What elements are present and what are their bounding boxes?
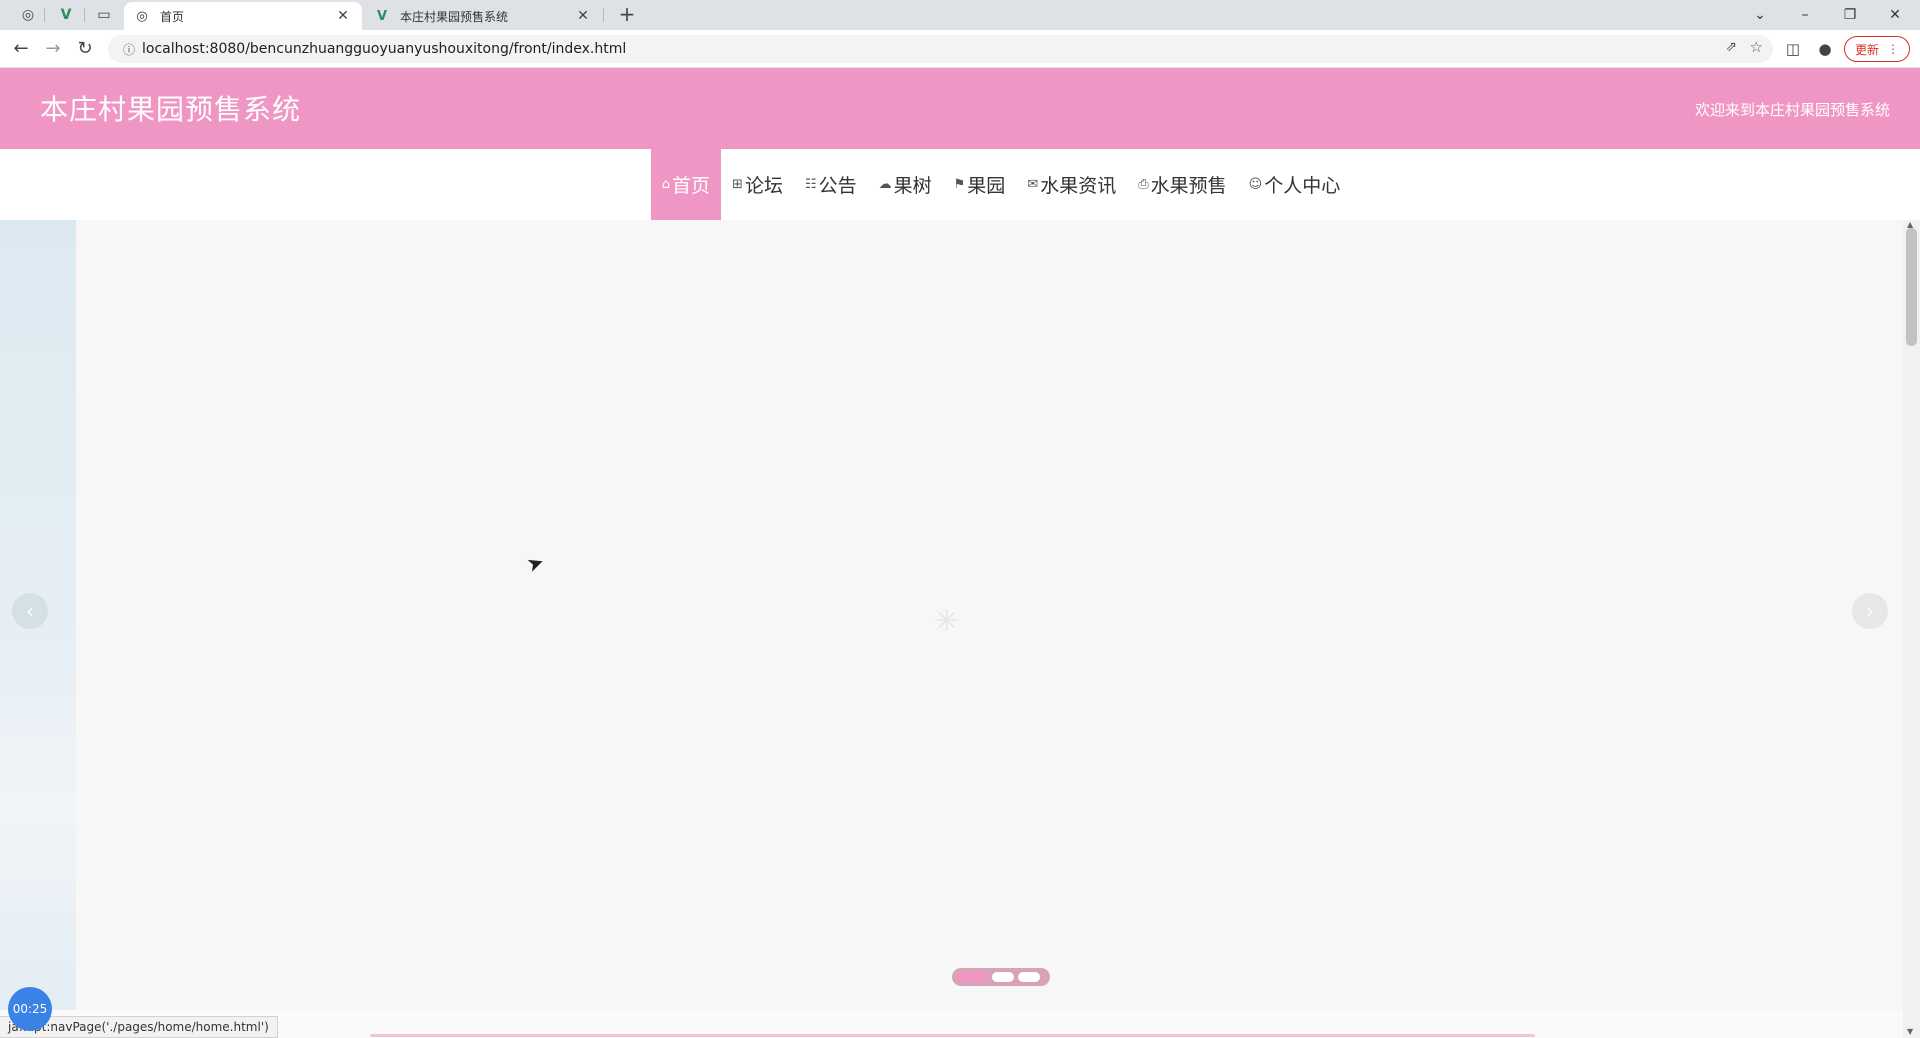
info-icon[interactable]: ⓘ: [116, 41, 142, 58]
user-icon: ☺: [1248, 177, 1263, 192]
tab-home[interactable]: ◎ 首页 ✕: [124, 2, 362, 30]
nav-item-label: 水果资讯: [1040, 175, 1117, 197]
main-nav: ⌂ 首页 ⊞ 论坛 ☷ 公告 ☁ 果树 ⚑ 果园 ✉ 水果资讯 ⎙ 水果预售 ☺ 个人中心: [0, 149, 1920, 220]
minimize-icon: –: [1801, 7, 1809, 23]
nav-item-5[interactable]: ✉ 水果资讯: [1016, 149, 1127, 220]
carousel-prev-button[interactable]: ‹: [12, 593, 48, 629]
scrollbar-thumb[interactable]: [1906, 228, 1917, 346]
nav-item-label: 水果预售: [1150, 175, 1227, 197]
nav-item-3[interactable]: ☁ 果树: [868, 149, 943, 220]
close-icon[interactable]: ✕: [334, 8, 352, 24]
back-button[interactable]: ←: [8, 37, 34, 61]
profile-button[interactable]: ●: [1812, 37, 1838, 61]
restore-button[interactable]: ❐: [1830, 0, 1870, 30]
address-bar[interactable]: ⓘ localhost:8080/bencunzhuangguoyuanyush…: [108, 35, 1773, 63]
home-icon: ⌂: [661, 177, 671, 192]
nav-item-label: 首页: [672, 175, 711, 197]
close-icon[interactable]: ✕: [574, 8, 592, 24]
reload-button[interactable]: ↻: [72, 37, 98, 61]
forum-icon: ⊞: [732, 177, 743, 192]
carousel-dot[interactable]: [1018, 972, 1040, 982]
arrow-right-icon: →: [45, 38, 61, 59]
screen: ◎ V ▭ ◎ 首页 ✕ V 本庄村果园预售系统 ✕ + ⌄ – ❐ ✕ ← →…: [0, 0, 1920, 1038]
minimize-button[interactable]: –: [1785, 0, 1825, 30]
pinned-tab-globe[interactable]: ◎: [8, 0, 48, 30]
more-vertical-icon: ⋮: [1887, 42, 1899, 56]
nav-item-label: 果园: [967, 175, 1006, 197]
scroll-down-icon[interactable]: ▼: [1907, 1027, 1913, 1036]
site-header: 本庄村果园预售系统 欢迎来到本庄村果园预售系统: [0, 68, 1920, 149]
nav-item-label: 论坛: [744, 175, 783, 197]
side-panel-button[interactable]: ◫: [1780, 37, 1806, 61]
nav-item-label: 果树: [893, 175, 932, 197]
flag-icon: ⚑: [953, 177, 966, 192]
section-divider: [370, 1034, 1535, 1037]
bookmark-star-icon[interactable]: ☆: [1750, 38, 1763, 56]
tab-search-button[interactable]: ⌄: [1740, 0, 1780, 30]
nav-item-6[interactable]: ⎙ 水果预售: [1127, 149, 1237, 220]
browser-tab-strip: ◎ V ▭ ◎ 首页 ✕ V 本庄村果园预售系统 ✕ + ⌄ – ❐ ✕: [0, 0, 1920, 30]
page-scrollbar[interactable]: ▲ ▼: [1903, 220, 1920, 1038]
close-icon: ✕: [1889, 7, 1901, 23]
tab-divider: [44, 8, 45, 22]
tab-divider: [603, 8, 604, 22]
printer-icon: ⎙: [1138, 177, 1149, 192]
carousel-indicators: [952, 968, 1050, 986]
vue-logo-icon: V: [376, 8, 388, 24]
tab-title: 本庄村果园预售系统: [400, 9, 509, 24]
update-label: 更新: [1854, 42, 1879, 57]
site-title: 本庄村果园预售系统: [40, 93, 302, 126]
notice-icon: ☷: [804, 177, 817, 192]
update-button[interactable]: 更新 ⋮: [1844, 36, 1910, 62]
page-bottom-area: [0, 1010, 1903, 1038]
globe-icon: ◎: [136, 8, 148, 24]
nav-item-0[interactable]: ⌂ 首页: [650, 149, 722, 220]
new-tab-button[interactable]: +: [614, 3, 640, 27]
side-panel-icon: ◫: [1785, 40, 1801, 58]
recording-timer: 00:25: [8, 987, 52, 1031]
globe-icon: ◎: [21, 7, 35, 23]
main-nav-items: ⌂ 首页 ⊞ 论坛 ☷ 公告 ☁ 果树 ⚑ 果园 ✉ 水果资讯 ⎙ 水果预售 ☺ 个人中心: [650, 149, 1352, 220]
welcome-text: 欢迎来到本庄村果园预售系统: [1694, 101, 1890, 119]
banner-carousel: ‹ ✳ ›: [0, 220, 1903, 1010]
share-icon[interactable]: ⇗: [1725, 39, 1737, 55]
reload-icon: ↻: [77, 38, 93, 59]
browser-toolbar: ← → ↻ ⓘ localhost:8080/bencunzhuangguoyu…: [0, 30, 1920, 68]
nav-item-4[interactable]: ⚑ 果园: [943, 149, 1017, 220]
blank-page-icon: ▭: [97, 7, 111, 23]
nav-item-2[interactable]: ☷ 公告: [794, 149, 868, 220]
chevron-right-icon: ›: [1866, 599, 1874, 623]
loading-spinner-icon: ✳: [934, 604, 960, 639]
tab-title: 首页: [160, 9, 185, 24]
mail-icon: ✉: [1027, 177, 1039, 192]
arrow-left-icon: ←: [13, 38, 29, 59]
window-close-button[interactable]: ✕: [1875, 0, 1915, 30]
nav-item-1[interactable]: ⊞ 论坛: [721, 149, 794, 220]
carousel-dot[interactable]: [992, 972, 1014, 982]
timer-text: 00:25: [12, 1002, 48, 1016]
carousel-dot[interactable]: [956, 972, 988, 982]
nav-item-label: 个人中心: [1264, 175, 1341, 197]
chevron-left-icon: ‹: [26, 599, 34, 623]
tab-orchard-system[interactable]: V 本庄村果园预售系统 ✕: [364, 2, 602, 30]
forward-button[interactable]: →: [40, 37, 66, 61]
chevron-down-icon: ⌄: [1754, 7, 1766, 23]
restore-icon: ❐: [1843, 7, 1857, 23]
pinned-tab-blank[interactable]: ▭: [84, 0, 124, 30]
url-text[interactable]: localhost:8080/bencunzhuangguoyuanyushou…: [142, 41, 626, 57]
profile-icon: ●: [1818, 40, 1832, 58]
nav-item-7[interactable]: ☺ 个人中心: [1238, 149, 1352, 220]
carousel-next-button[interactable]: ›: [1852, 593, 1888, 629]
nav-item-label: 公告: [818, 175, 857, 197]
pinned-tab-vue[interactable]: V: [46, 0, 86, 30]
vue-logo-icon: V: [60, 7, 72, 23]
tree-icon: ☁: [878, 177, 892, 192]
